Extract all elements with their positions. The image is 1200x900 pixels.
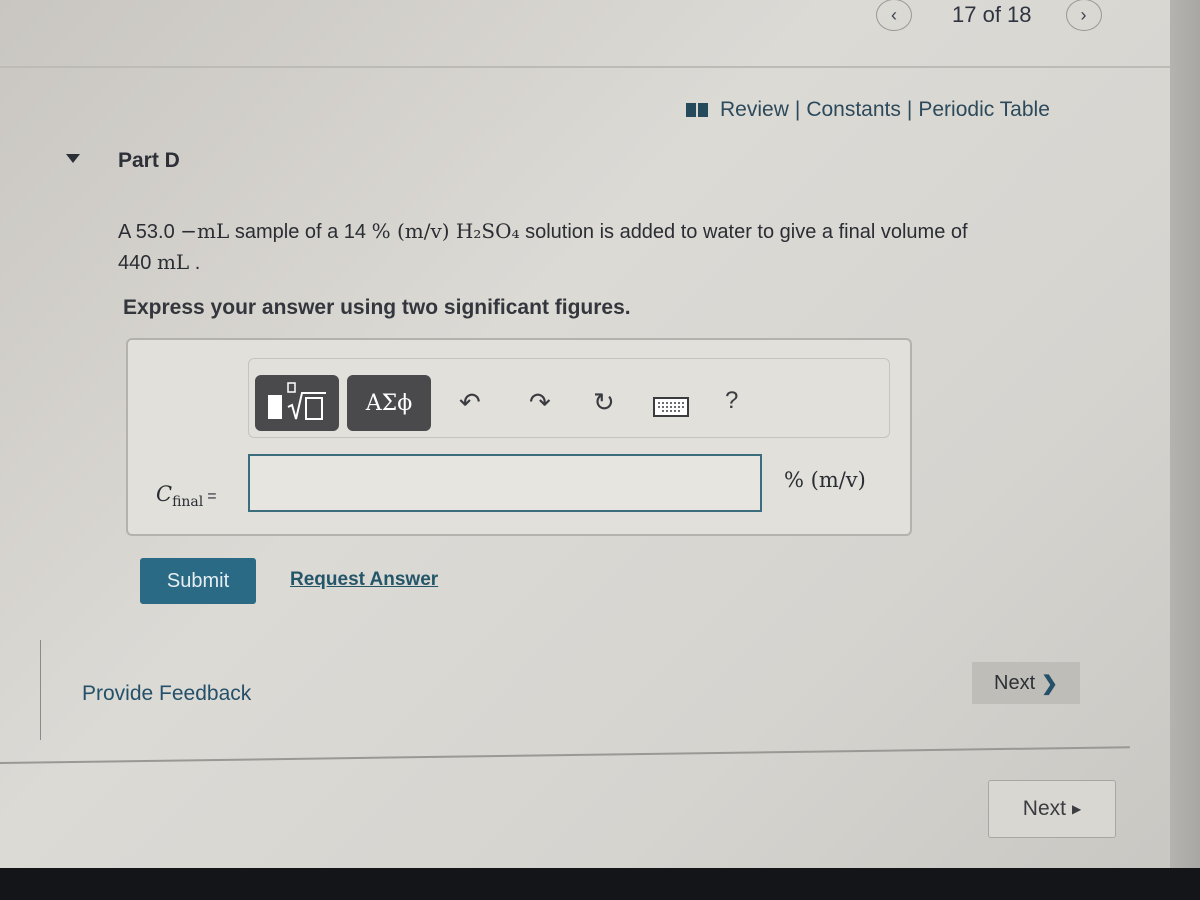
- periodic-table-link[interactable]: Periodic Table: [918, 98, 1050, 122]
- submit-button[interactable]: Submit: [140, 558, 256, 604]
- template-sqrt-icon: [268, 382, 326, 420]
- next-item-button[interactable]: ›: [1065, 0, 1102, 31]
- constants-link[interactable]: Constants: [806, 98, 901, 122]
- redo-icon[interactable]: ↷: [529, 387, 551, 418]
- resources-links: Review | Constants | Periodic Table: [686, 98, 1050, 122]
- template-button[interactable]: [255, 375, 339, 431]
- answer-panel: ΑΣϕ ↶ ↷ ↻ ? Cfinal = % (m/v): [126, 338, 912, 536]
- instruction-text: Express your answer using two significan…: [123, 296, 631, 319]
- divider: [0, 746, 1130, 764]
- header-divider: [0, 66, 1170, 68]
- question-fragment: A 53.0: [118, 221, 175, 243]
- screen-edge: [1170, 0, 1200, 868]
- separator: |: [794, 98, 801, 121]
- variable: C: [156, 482, 173, 506]
- final-volume: 440: [118, 252, 152, 274]
- pager-text: 17 of 18: [952, 2, 1032, 27]
- chevron-left-icon: ‹: [891, 4, 897, 25]
- part-title: Part D: [118, 149, 180, 172]
- request-answer-link[interactable]: Request Answer: [290, 569, 438, 591]
- next-button[interactable]: Next ▶: [988, 780, 1116, 838]
- next-label: Next: [1022, 797, 1066, 820]
- question-fragment: sample of a 14: [229, 221, 372, 243]
- greek-symbols-button[interactable]: ΑΣϕ: [347, 375, 431, 431]
- screen-bezel: [0, 868, 1200, 900]
- chevron-right-icon: ❯: [1041, 672, 1058, 695]
- divider: [40, 640, 41, 740]
- undo-icon[interactable]: ↶: [459, 387, 481, 418]
- answer-unit: % (m/v): [784, 468, 866, 492]
- play-triangle-icon: ▶: [1071, 802, 1082, 816]
- provide-feedback-link[interactable]: Provide Feedback: [82, 682, 251, 706]
- next-label: Next: [994, 671, 1036, 694]
- unit-ml: −mL: [180, 219, 230, 243]
- reset-icon[interactable]: ↻: [593, 387, 615, 418]
- help-button[interactable]: ?: [725, 387, 738, 415]
- equals-sign: =: [207, 488, 217, 505]
- answer-label: Cfinal =: [156, 482, 217, 510]
- question-fragment: .: [194, 252, 201, 274]
- review-link[interactable]: Review: [720, 98, 789, 122]
- unit-ml: mL: [156, 250, 190, 274]
- prev-item-button[interactable]: ‹: [876, 0, 912, 31]
- answer-input[interactable]: [248, 454, 762, 512]
- next-part-button[interactable]: Next ❯: [972, 662, 1080, 704]
- keyboard-icon[interactable]: [653, 393, 689, 424]
- chevron-right-icon: ›: [1080, 4, 1087, 25]
- separator: |: [906, 98, 913, 121]
- triangle-down-icon[interactable]: [66, 154, 80, 163]
- question-text: A 53.0 −mL sample of a 14 % (m/v) H₂SO₄ …: [118, 216, 1118, 278]
- question-fragment: solution is added to water to give a fin…: [519, 221, 968, 243]
- variable-subscript: final: [172, 494, 204, 511]
- book-icon: [686, 103, 708, 117]
- math-toolbar: ΑΣϕ ↶ ↷ ↻ ?: [248, 358, 890, 438]
- concentration-formula: % (m/v) H₂SO₄: [371, 219, 520, 243]
- pager: ‹ 17 of 18 ›: [876, 0, 1102, 31]
